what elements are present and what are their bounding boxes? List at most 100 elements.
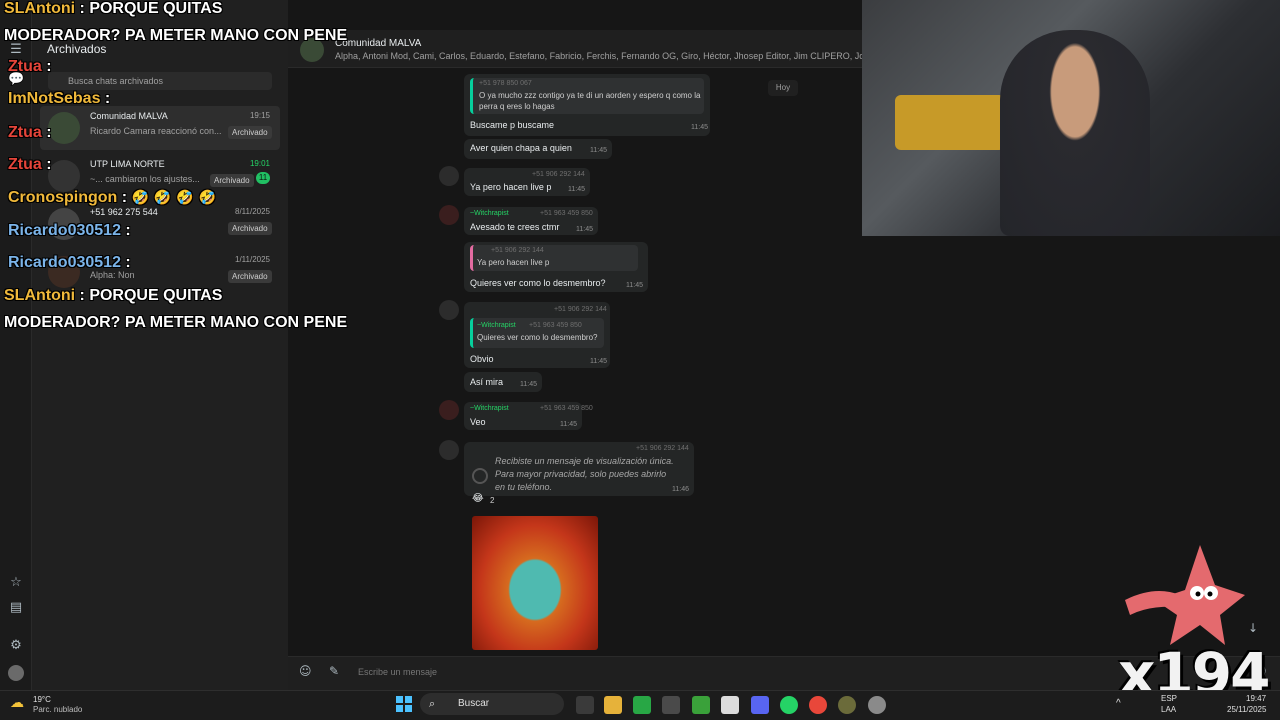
weather-temp[interactable]: 19°C — [33, 695, 51, 704]
message-bubble[interactable]: ~Witchrapist +51 963 459 850 Veo 11:45 — [464, 402, 593, 430]
sender-avatar[interactable] — [439, 300, 459, 320]
app-icon[interactable] — [838, 696, 856, 714]
view-once-line: Para mayor privacidad, solo puedes abrir… — [495, 469, 667, 479]
stream-chat-line: Ricardo030512 : — [8, 222, 131, 240]
message-time: 11:45 — [626, 282, 643, 289]
clock-date[interactable]: 25/11/2025 — [1227, 705, 1266, 714]
separator: : — [120, 222, 131, 239]
message-text: Buscame p buscame — [470, 120, 555, 130]
quote-phone: +51 906 292 144 — [491, 247, 544, 254]
separator: : — [41, 156, 52, 173]
sender-avatar[interactable] — [439, 205, 459, 225]
chatter-name: Ztua — [8, 124, 42, 141]
app-icon[interactable] — [868, 696, 886, 714]
sender-name[interactable]: ~Witchrapist — [470, 210, 509, 217]
view-once-icon — [472, 468, 488, 484]
view-once-line: en tu teléfono. — [495, 482, 553, 492]
separator: : — [75, 0, 90, 17]
separator: : — [120, 254, 131, 271]
chat-message: PORQUE QUITAS — [89, 0, 223, 17]
message-time: 11:45 — [590, 147, 607, 154]
language-layout[interactable]: LAA — [1161, 705, 1176, 714]
stream-chat-line: SLAntoni : PORQUE QUITAS — [4, 287, 222, 305]
view-once-message[interactable]: +51 906 292 144 Recibiste un mensaje de … — [464, 442, 694, 496]
app-icon[interactable] — [721, 696, 739, 714]
webcam-background-bed — [895, 95, 1005, 150]
message-time: 11:45 — [520, 381, 537, 388]
language-code[interactable]: ESP — [1161, 694, 1177, 703]
file-explorer-icon[interactable] — [604, 696, 622, 714]
windows-start-icon[interactable] — [396, 696, 412, 712]
sender-phone: +51 963 459 850 — [540, 210, 593, 217]
reaction-count: 2 — [490, 496, 495, 505]
archive-icon[interactable]: ▤ — [8, 600, 24, 616]
chrome-icon[interactable] — [809, 696, 827, 714]
emoji-icon[interactable]: ☺ — [299, 664, 312, 678]
sender-phone: +51 963 459 850 — [540, 405, 593, 412]
message-bubble[interactable]: +51 906 292 144 Ya pero hacen live p Qui… — [464, 242, 648, 292]
discord-icon[interactable] — [751, 696, 769, 714]
attach-icon[interactable]: ✎ — [329, 664, 339, 678]
archived-badge: Archivado — [210, 174, 254, 187]
chat-header[interactable] — [288, 30, 862, 68]
separator: : — [100, 90, 111, 107]
store-icon[interactable] — [662, 696, 680, 714]
weather-desc: Parc. nublado — [33, 705, 83, 714]
quote-text: Quieres ver como lo desmembro? — [477, 333, 598, 342]
chatter-name: SLAntoni — [4, 0, 76, 17]
archived-badge: Archivado — [228, 222, 272, 235]
sender-avatar[interactable] — [439, 166, 459, 186]
star-icon[interactable]: ☆ — [8, 575, 24, 591]
message-bubble[interactable]: +51 906 292 144 ~Witchrapist +51 963 459… — [464, 302, 610, 368]
message-text: Obvio — [470, 354, 494, 364]
message-bubble[interactable]: +51 978 850 067 O ya mucho zzz contigo y… — [464, 74, 710, 136]
message-time: 11:46 — [672, 486, 689, 493]
message-bubble[interactable]: ~Witchrapist +51 963 459 850 Avesado te … — [464, 207, 598, 235]
group-name[interactable]: Comunidad MALVA — [335, 38, 421, 49]
archived-badge: Archivado — [228, 270, 272, 283]
clock-time[interactable]: 19:47 — [1246, 694, 1266, 703]
quoted-message[interactable]: +51 906 292 144 Ya pero hacen live p — [470, 245, 638, 271]
quoted-message[interactable]: +51 978 850 067 O ya mucho zzz contigo y… — [470, 78, 704, 114]
message-bubble[interactable]: Aver quien chapa a quien 11:45 — [464, 139, 612, 159]
sender-phone: +51 906 292 144 — [554, 306, 607, 313]
weather-icon[interactable]: ☁ — [10, 695, 24, 711]
xbox-icon[interactable] — [633, 696, 651, 714]
separator: : — [75, 287, 90, 304]
chat-item-comunidad-malva[interactable]: Comunidad MALVA 19:15 Ricardo Camara rea… — [40, 106, 280, 150]
sender-name[interactable]: ~Witchrapist — [470, 405, 509, 412]
chatter-name: SLAntoni — [4, 287, 76, 304]
minecraft-icon[interactable] — [692, 696, 710, 714]
taskbar-search[interactable]: Buscar — [420, 693, 564, 715]
archive-search-input[interactable]: Busca chats archivados — [48, 72, 272, 90]
scroll-down-icon[interactable]: ↓ — [1248, 621, 1258, 635]
sticker-image[interactable] — [472, 516, 598, 650]
stream-chat-line: Ricardo030512 : — [8, 254, 131, 272]
task-view-icon[interactable] — [576, 696, 594, 714]
quote-text: perra q eres lo hagas — [479, 102, 555, 111]
sender-avatar[interactable] — [439, 400, 459, 420]
settings-icon[interactable]: ⚙ — [8, 638, 24, 654]
reaction-emoji[interactable]: 😂 — [472, 493, 484, 504]
laughing-emoji-icon: 🤣 🤣 🤣 🤣 — [131, 190, 216, 206]
message-text: Aver quien chapa a quien — [470, 143, 572, 153]
group-members: Alpha, Antoni Mod, Cami, Carlos, Eduardo… — [335, 51, 862, 61]
tray-chevron-icon[interactable]: ^ — [1116, 698, 1121, 709]
unread-count-badge: 11 — [256, 172, 270, 184]
message-bubble[interactable]: +51 906 292 144 Ya pero hacen live p 11:… — [464, 168, 590, 196]
view-once-line: Recibiste un mensaje de visualización ún… — [495, 456, 674, 466]
message-input[interactable] — [358, 664, 1058, 680]
chat-time: 19:15 — [249, 111, 270, 120]
stream-chat-line: MODERADOR? PA METER MANO CON PENE — [4, 27, 348, 44]
message-text: Avesado te crees ctmr — [470, 222, 560, 232]
quoted-message[interactable]: ~Witchrapist +51 963 459 850 Quieres ver… — [470, 318, 604, 348]
profile-avatar[interactable] — [8, 665, 24, 681]
quote-sender: ~Witchrapist — [477, 322, 516, 329]
message-text: Veo — [470, 417, 486, 427]
sender-avatar[interactable] — [439, 440, 459, 460]
message-bubble[interactable]: Así mira 11:45 — [464, 372, 542, 392]
chatter-name: Ricardo030512 — [8, 222, 121, 239]
message-text: Quieres ver como lo desmembro? — [470, 278, 606, 288]
whatsapp-icon[interactable] — [780, 696, 798, 714]
stream-chat-line: ImNotSebas : — [8, 90, 110, 108]
